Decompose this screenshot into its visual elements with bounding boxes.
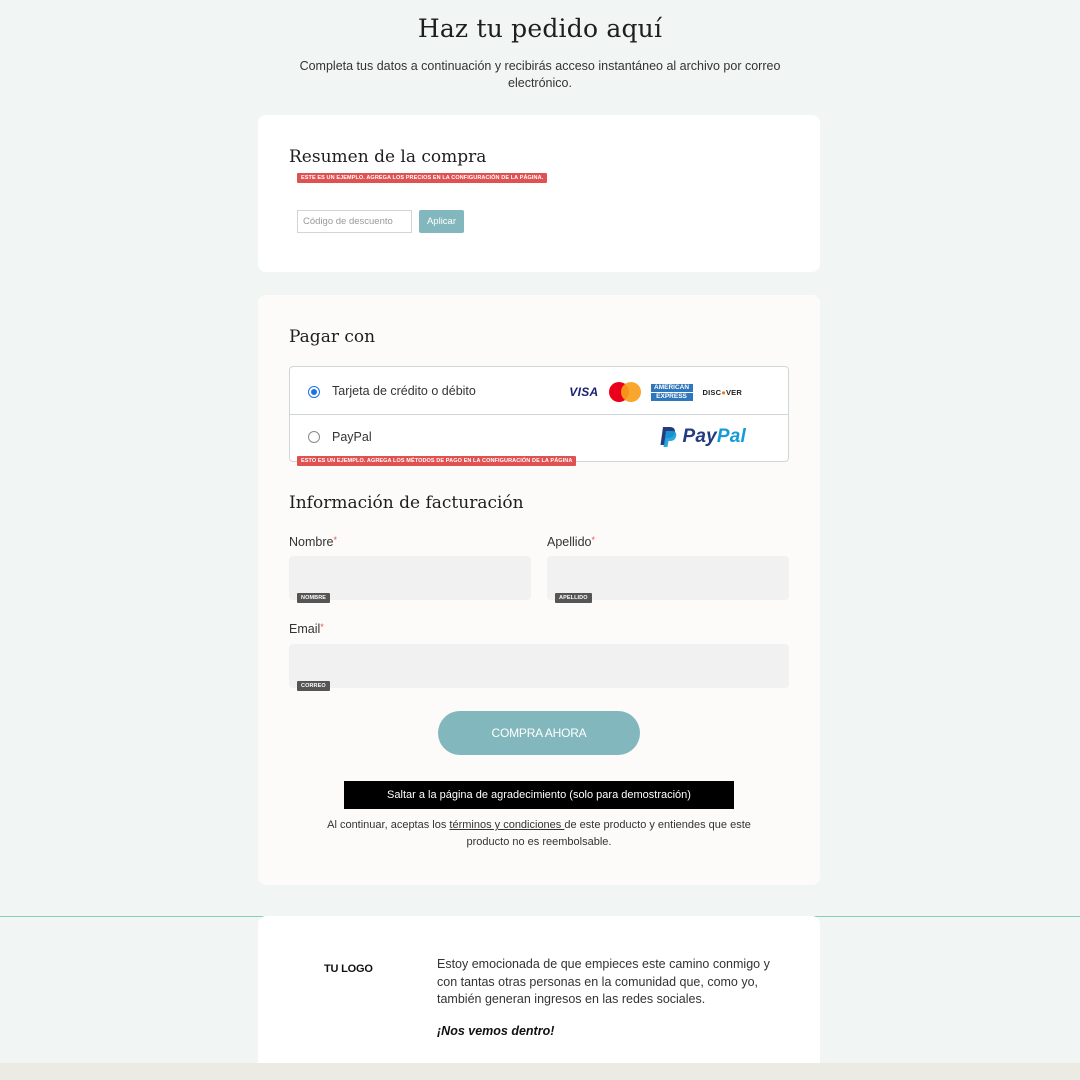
footer-signoff: ¡Nos vemos dentro! xyxy=(437,1024,555,1038)
purchase-summary-card: Resumen de la compra ESTE ES UN EJEMPLO.… xyxy=(258,115,820,272)
first-name-label: Nombre* xyxy=(289,535,337,549)
apply-discount-button[interactable]: Aplicar xyxy=(419,210,464,233)
paypal-option-label: PayPal xyxy=(332,430,372,444)
mastercard-icon xyxy=(608,382,641,402)
payment-methods: Tarjeta de crédito o débito VISA AMERICA… xyxy=(289,366,789,462)
email-tag: CORREO xyxy=(297,681,330,691)
page-subtitle: Completa tus datos a continuación y reci… xyxy=(299,59,781,90)
last-name-tag: APELLIDO xyxy=(555,593,592,603)
last-name-label: Apellido* xyxy=(547,535,595,549)
payment-option-paypal[interactable]: PayPal PayPal xyxy=(290,415,788,461)
discount-code-input[interactable] xyxy=(297,210,412,233)
footer-text: Estoy emocionada de que empieces este ca… xyxy=(437,957,770,1006)
email-field[interactable] xyxy=(289,644,789,688)
terms-link[interactable]: términos y condiciones xyxy=(449,819,564,831)
paypal-icon xyxy=(660,427,677,447)
summary-title: Resumen de la compra xyxy=(289,147,487,167)
footer-card: TU LOGO Estoy emocionada de que empieces… xyxy=(258,916,820,1064)
price-warning-badge: ESTE ES UN EJEMPLO. AGREGA LOS PRECIOS E… xyxy=(297,173,548,183)
payment-title: Pagar con xyxy=(289,327,376,347)
terms-text: Al continuar, aceptas los términos y con… xyxy=(327,819,751,848)
payment-card: Pagar con Tarjeta de crédito o débito VI… xyxy=(258,295,820,885)
footer-logo: TU LOGO xyxy=(324,963,373,975)
page-title: Haz tu pedido aquí xyxy=(417,14,663,43)
billing-title: Información de facturación xyxy=(289,493,524,513)
paypal-radio[interactable] xyxy=(308,431,320,443)
payment-warning-badge: ESTO ES UN EJEMPLO. AGREGA LOS MÉTODOS D… xyxy=(297,456,577,466)
discover-icon: DISC●VER xyxy=(702,387,742,397)
email-label: Email* xyxy=(289,622,324,636)
card-brand-logos: VISA AMERICAN EXPRESS DISC●VER xyxy=(569,381,742,403)
buy-now-button[interactable]: COMPRA AHORA xyxy=(438,711,640,755)
card-radio[interactable] xyxy=(308,386,320,398)
paypal-logo: PayPal xyxy=(659,426,746,448)
skip-to-thanks-button[interactable]: Saltar a la página de agradecimiento (so… xyxy=(344,781,734,809)
visa-icon: VISA xyxy=(569,385,599,399)
first-name-tag: NOMBRE xyxy=(297,593,331,603)
payment-option-card[interactable]: Tarjeta de crédito o débito VISA AMERICA… xyxy=(290,367,788,415)
bottom-strip xyxy=(0,1063,1080,1080)
card-option-label: Tarjeta de crédito o débito xyxy=(332,384,476,398)
amex-icon: AMERICAN EXPRESS xyxy=(650,383,693,401)
